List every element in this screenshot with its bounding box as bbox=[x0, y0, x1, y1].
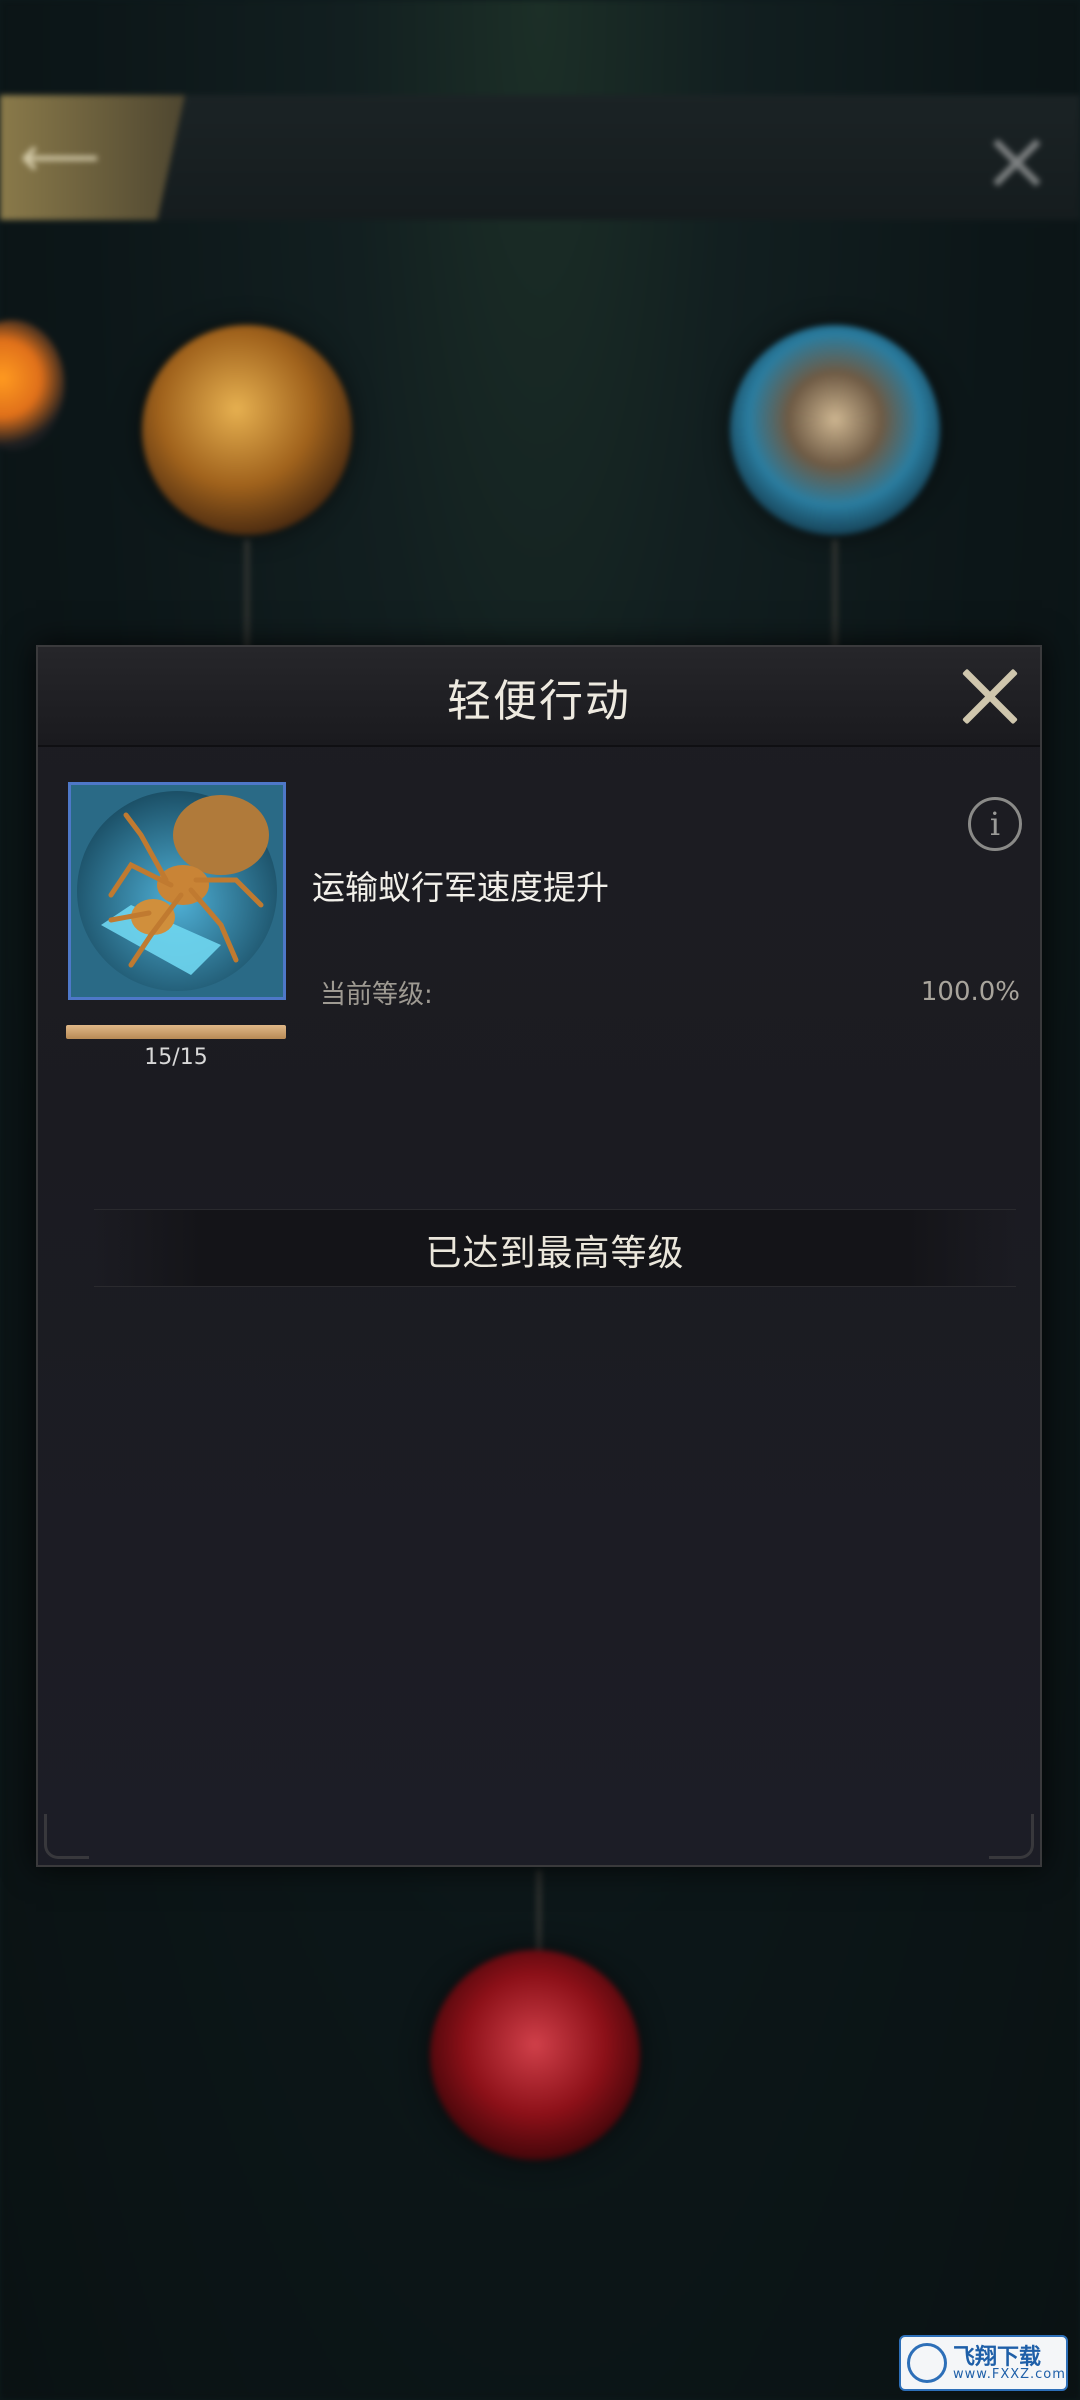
corner-ornament bbox=[44, 1814, 89, 1859]
info-icon[interactable]: i bbox=[968, 797, 1022, 851]
max-level-text: 已达到最高等级 bbox=[425, 1233, 685, 1274]
background-node-connector bbox=[832, 540, 838, 650]
skill-detail-dialog: 轻便行动 15/15 i 运输蚁行军速度提升 当前等级: 100.0% 已达到最… bbox=[36, 645, 1042, 1867]
background-skill-node-gold bbox=[142, 325, 352, 535]
corner-ornament bbox=[989, 1814, 1034, 1859]
background-back-button: ⟵ bbox=[0, 95, 185, 220]
level-count: 15/15 bbox=[144, 1045, 208, 1070]
background-node-connector bbox=[244, 540, 250, 650]
current-level-value: 100.0% bbox=[920, 977, 1020, 1007]
background-close-icon: × bbox=[981, 111, 1052, 209]
close-icon[interactable] bbox=[958, 665, 1022, 729]
background-node-connector bbox=[536, 1870, 542, 1950]
background-skill-node-red bbox=[430, 1950, 640, 2160]
watermark-url: www.FXXZ.com bbox=[953, 2367, 1066, 2382]
dialog-title: 轻便行动 bbox=[447, 676, 631, 727]
ant-skill-icon bbox=[68, 782, 286, 1000]
dialog-header: 轻便行动 bbox=[38, 647, 1040, 747]
level-progress-bar bbox=[66, 1025, 286, 1039]
site-watermark: 飞翔下载 www.FXXZ.com bbox=[899, 2335, 1068, 2391]
level-progress-fill bbox=[66, 1025, 286, 1039]
background-skill-node-blue bbox=[730, 325, 940, 535]
skill-description: 运输蚁行军速度提升 bbox=[312, 868, 609, 907]
watermark-logo-icon bbox=[907, 2343, 947, 2383]
background-avatar bbox=[0, 320, 65, 450]
current-level-label: 当前等级: bbox=[320, 980, 433, 1010]
max-level-banner: 已达到最高等级 bbox=[94, 1209, 1016, 1287]
back-arrow-icon: ⟵ bbox=[20, 125, 101, 190]
